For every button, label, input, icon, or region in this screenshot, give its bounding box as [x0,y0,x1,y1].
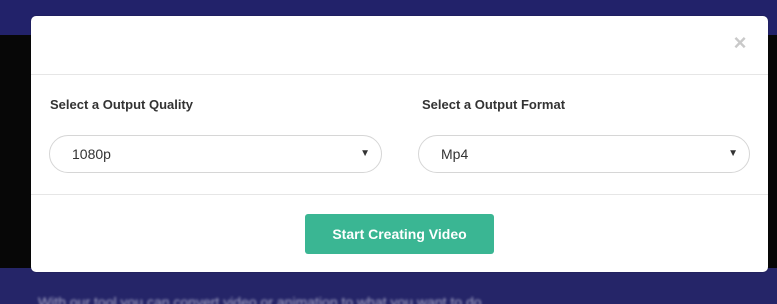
chevron-down-icon: ▼ [360,148,370,159]
modal-footer: Start Creating Video [31,194,768,272]
background-page-bottom: With our tool you can convert video or a… [0,268,777,304]
app-screen: With our tool you can convert video or a… [0,0,777,304]
video-settings-modal: × Select a Output Quality 1080p ▼ Select… [31,16,768,272]
output-quality-label: Select a Output Quality [50,97,194,112]
output-format-label: Select a Output Format [422,97,566,112]
output-format-select[interactable]: Mp4 ▼ [418,135,750,173]
background-page-text: With our tool you can convert video or a… [38,294,482,304]
output-quality-value: 1080p [72,146,111,162]
output-format-value: Mp4 [441,146,469,162]
modal-header: × [31,16,768,75]
output-quality-select[interactable]: 1080p ▼ [49,135,382,173]
chevron-down-icon: ▼ [728,148,738,159]
close-icon[interactable]: × [730,31,750,55]
start-creating-video-button[interactable]: Start Creating Video [305,214,494,254]
